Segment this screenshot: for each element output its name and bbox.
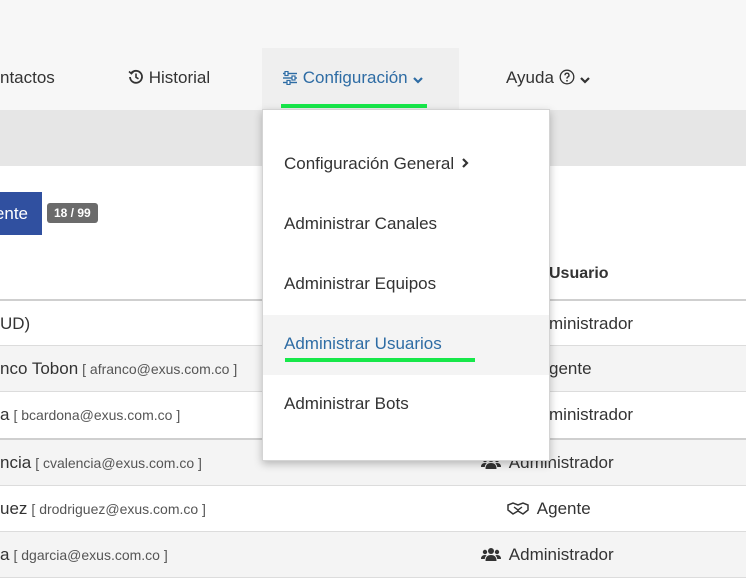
user-name-cell: ncia[ cvalencia@exus.com.co ]: [0, 453, 202, 472]
nav-historial[interactable]: Historial: [128, 68, 210, 88]
user-role-cell: Agente: [507, 499, 591, 519]
menu-item-label: Administrar Equipos: [284, 274, 437, 293]
menu-item-administrar-bots[interactable]: Administrar Bots: [263, 375, 549, 435]
user-role-cell: ministrador: [549, 405, 634, 424]
chevron-down-icon: [579, 68, 591, 87]
sliders-icon: [282, 68, 303, 87]
user-role-cell: ministrador: [549, 314, 634, 333]
add-agent-button-label: ente: [0, 204, 28, 223]
nav-ayuda[interactable]: Ayuda: [506, 68, 591, 88]
user-email: [ afranco@exus.com.co ]: [82, 361, 238, 377]
chevron-right-icon: [459, 154, 471, 173]
configuracion-dropdown-menu: Configuración General Administrar Canale…: [262, 109, 550, 461]
menu-item-administrar-canales[interactable]: Administrar Canales: [263, 195, 549, 255]
menu-item-administrar-equipos[interactable]: Administrar Equipos: [263, 255, 549, 315]
user-email: [ dgarcia@exus.com.co ]: [13, 547, 168, 563]
nav-historial-label: Historial: [148, 68, 211, 87]
table-row[interactable]: uez[ drodriguez@exus.com.co ] Agente: [0, 485, 746, 532]
menu-item-label: Administrar Canales: [284, 214, 438, 233]
role-column-header: Usuario: [549, 265, 609, 282]
handshake-icon: [507, 499, 537, 518]
nav-configuracion-label: Configuración: [302, 68, 408, 87]
user-name-cell: UD): [0, 314, 31, 333]
user-email: [ bcardona@exus.com.co ]: [13, 407, 181, 423]
add-agent-button[interactable]: ente: [0, 192, 42, 235]
user-role-cell: gente: [549, 359, 592, 378]
history-icon: [128, 68, 149, 87]
user-name-cell: nco Tobon[ afranco@exus.com.co ]: [0, 359, 238, 378]
table-row[interactable]: a[ dgarcia@exus.com.co ] Administrador: [0, 531, 746, 578]
menu-item-label: Configuración General: [284, 154, 471, 174]
nav-contactos-label: ntactos: [0, 68, 55, 87]
menu-active-underline: [285, 358, 475, 362]
user-email: [ drodriguez@exus.com.co ]: [31, 501, 206, 517]
nav-contactos[interactable]: ntactos: [0, 68, 55, 88]
user-name-cell: a[ dgarcia@exus.com.co ]: [0, 545, 168, 564]
user-role-cell: Administrador: [481, 545, 614, 565]
nav-configuracion[interactable]: Configuración: [282, 68, 424, 88]
menu-item-configuracion-general[interactable]: Configuración General: [263, 135, 549, 195]
user-name-cell: uez[ drodriguez@exus.com.co ]: [0, 499, 206, 518]
menu-item-label: Administrar Usuarios: [284, 334, 442, 353]
chevron-down-icon: [412, 68, 424, 87]
user-count-badge: 18 / 99: [47, 203, 98, 223]
menu-item-administrar-usuarios[interactable]: Administrar Usuarios: [263, 315, 549, 375]
help-circle-icon: [559, 68, 580, 87]
user-name-cell: a[ bcardona@exus.com.co ]: [0, 405, 181, 424]
nav-ayuda-label: Ayuda: [506, 68, 554, 87]
users-group-icon: [481, 545, 509, 564]
menu-item-label: Administrar Bots: [284, 394, 409, 413]
nav-config-active-underline: [281, 104, 427, 108]
user-email: [ cvalencia@exus.com.co ]: [35, 455, 202, 471]
